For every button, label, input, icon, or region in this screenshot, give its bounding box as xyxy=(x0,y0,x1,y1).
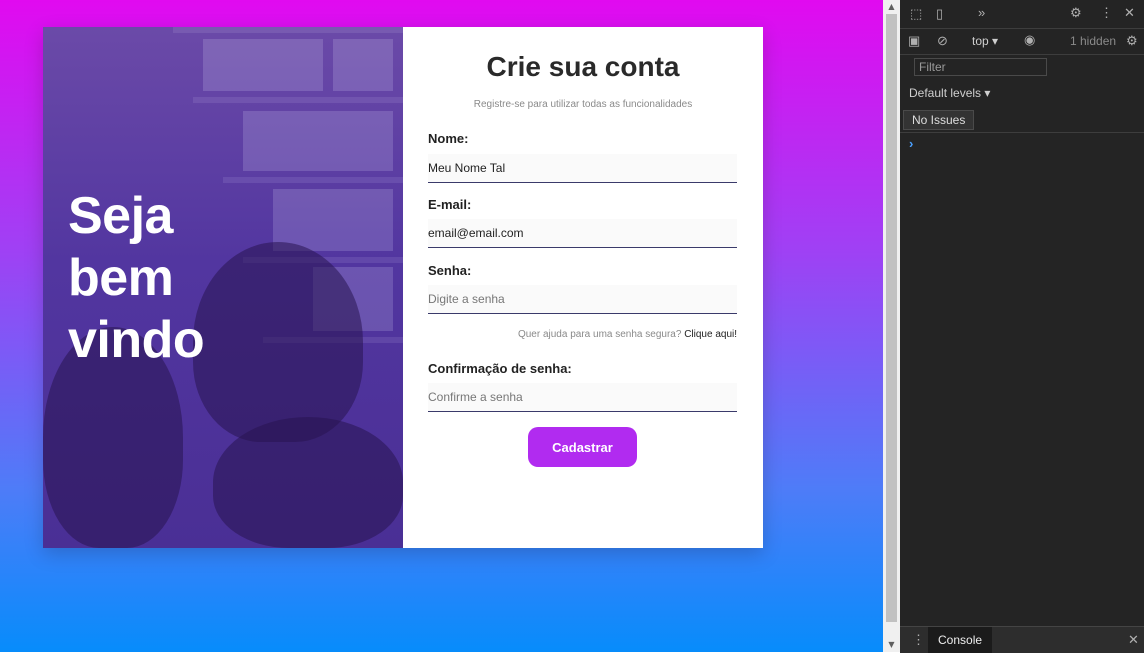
welcome-heading: Seja bem vindo xyxy=(68,185,205,371)
console-divider xyxy=(900,131,1144,133)
name-field[interactable] xyxy=(428,154,737,183)
signup-card: Seja bem vindo Crie sua conta Registre-s… xyxy=(43,27,763,548)
form-title: Crie sua conta xyxy=(486,51,680,82)
hero-image-panel: Seja bem vindo xyxy=(43,27,403,548)
scroll-thumb[interactable] xyxy=(886,14,897,622)
password-help: Quer ajuda para uma senha segura? Clique… xyxy=(403,329,737,340)
name-label: Nome: xyxy=(428,131,469,146)
sidebar-toggle-icon[interactable]: ▣ xyxy=(908,33,920,49)
menu-dots-icon[interactable]: ⋮ xyxy=(1100,5,1113,21)
context-select[interactable]: top ▾ xyxy=(972,34,998,48)
welcome-line-3: vindo xyxy=(68,311,205,369)
log-levels-label: Default levels xyxy=(909,86,982,100)
inspect-element-icon[interactable]: ⬚ xyxy=(910,6,922,22)
form-subtitle: Registre-se para utilizar todas as funci… xyxy=(473,99,693,110)
scroll-up-icon[interactable]: ▲ xyxy=(883,0,900,14)
log-levels-row: Default levels ▾ xyxy=(900,80,1144,106)
password-field[interactable] xyxy=(428,285,737,314)
signup-form: Crie sua conta Registre-se para utilizar… xyxy=(403,27,763,548)
submit-button[interactable]: Cadastrar xyxy=(528,427,637,467)
drawer-close-icon[interactable]: ✕ xyxy=(1128,632,1139,648)
device-toggle-icon[interactable]: ▯ xyxy=(936,6,943,22)
scroll-down-icon[interactable]: ▼ xyxy=(883,638,900,652)
devtools-panel: ⬚ ▯ » ⚙ ⋮ ✕ ▣ ⊘ top ▾ ◉ 1 hidden ⚙ Filte… xyxy=(900,0,1144,653)
welcome-line-2: bem xyxy=(68,249,174,307)
page-scrollbar[interactable]: ▲ ▼ xyxy=(883,0,900,652)
hidden-count: 1 hidden xyxy=(1070,34,1117,48)
welcome-line-1: Seja xyxy=(68,187,173,245)
password-label: Senha: xyxy=(428,263,472,278)
email-field[interactable] xyxy=(428,219,737,248)
more-tabs-icon[interactable]: » xyxy=(978,5,985,20)
live-expression-eye-icon[interactable]: ◉ xyxy=(1024,32,1035,48)
log-levels-dropdown[interactable]: Default levels ▾ xyxy=(909,86,990,100)
close-icon[interactable]: ✕ xyxy=(1124,5,1135,21)
devtools-toolbar: ⬚ ▯ » ⚙ ⋮ ✕ xyxy=(900,0,1144,29)
context-select-label: top xyxy=(972,34,989,48)
tab-console[interactable]: Console xyxy=(928,627,993,653)
browser-viewport: Seja bem vindo Crie sua conta Registre-s… xyxy=(0,0,883,652)
email-label: E-mail: xyxy=(428,197,472,212)
devtools-drawer-bar: ⋮ Console ✕ xyxy=(900,626,1144,653)
confirm-password-field[interactable] xyxy=(428,383,737,412)
settings-gear-icon[interactable]: ⚙ xyxy=(1070,5,1082,21)
console-toolbar: ▣ ⊘ top ▾ ◉ 1 hidden ⚙ xyxy=(900,28,1144,55)
password-help-link[interactable]: Clique aqui! xyxy=(684,329,737,340)
password-help-text: Quer ajuda para uma senha segura? xyxy=(517,329,682,340)
console-filter-input[interactable]: Filter xyxy=(914,58,1047,76)
drawer-menu-icon[interactable]: ⋮ xyxy=(912,632,925,648)
issues-badge[interactable]: No Issues xyxy=(903,110,975,130)
confirm-password-label: Confirmação de senha: xyxy=(428,361,572,376)
clear-console-icon[interactable]: ⊘ xyxy=(937,33,948,49)
console-prompt-icon[interactable]: › xyxy=(909,136,913,151)
console-settings-gear-icon[interactable]: ⚙ xyxy=(1126,33,1138,49)
